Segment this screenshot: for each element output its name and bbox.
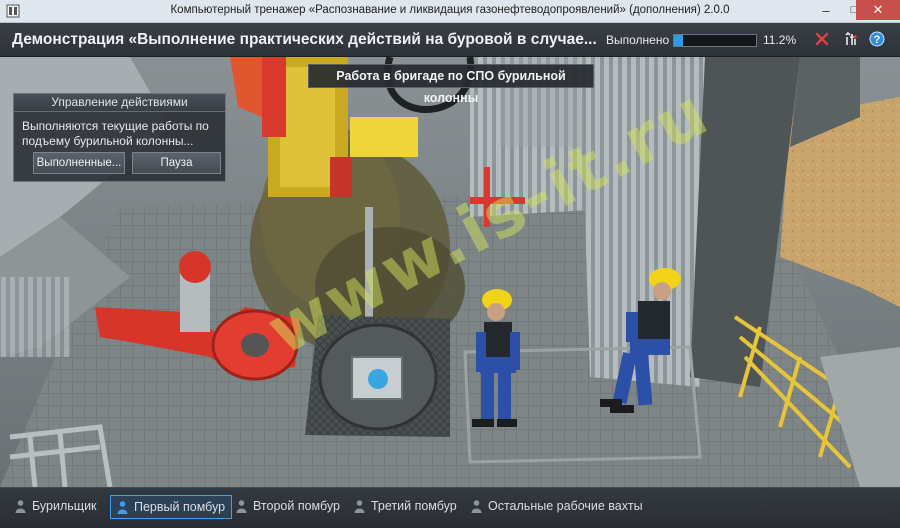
scenario-banner: Работа в бригаде по СПО бурильной колонн… (308, 64, 594, 105)
completed-button[interactable]: Выполненные... (33, 152, 125, 174)
tools-icon[interactable] (842, 30, 860, 48)
tab-second-helper[interactable]: Второй помбур (236, 495, 340, 517)
person-icon (15, 499, 26, 513)
tab-label: Первый помбур (134, 500, 226, 514)
demo-header: Демонстрация «Выполнение практических де… (0, 23, 900, 57)
svg-text:?: ? (874, 34, 881, 46)
tab-third-helper[interactable]: Третий помбур (354, 495, 457, 517)
role-tab-bar: Бурильщик Первый помбур Второй помбур Тр… (0, 487, 900, 528)
tab-driller[interactable]: Бурильщик (15, 495, 97, 517)
pause-button[interactable]: Пауза (132, 152, 221, 174)
help-icon[interactable]: ? (868, 30, 886, 48)
page-title: Демонстрация «Выполнение практических де… (12, 31, 597, 48)
progress-percent: 11.2% (763, 33, 797, 47)
window-title: Компьютерный тренажер «Распознавание и л… (170, 4, 730, 16)
person-icon (236, 499, 247, 513)
actions-panel: Управление действиями Выполняются текущи… (13, 93, 226, 182)
close-demo-icon[interactable] (813, 30, 831, 48)
close-button[interactable]: ✕ (856, 0, 900, 20)
progress-bar (673, 34, 757, 47)
minimize-button[interactable]: – (812, 0, 840, 20)
panel-status-text: Выполняются текущие работы по подъему бу… (22, 119, 209, 148)
person-icon (471, 499, 482, 513)
tab-first-helper[interactable]: Первый помбур (110, 495, 233, 519)
tab-label: Второй помбур (253, 499, 340, 513)
tab-label: Третий помбур (371, 499, 457, 513)
tab-label: Остальные рабочие вахты (488, 499, 643, 513)
progress-fill (674, 35, 684, 46)
window-title-bar: Компьютерный тренажер «Распознавание и л… (0, 0, 900, 23)
tab-label: Бурильщик (32, 499, 97, 513)
app-window: Компьютерный тренажер «Распознавание и л… (0, 0, 900, 528)
progress-label: Выполнено (606, 33, 670, 47)
person-icon (354, 499, 365, 513)
tab-other-workers[interactable]: Остальные рабочие вахты (471, 495, 643, 517)
person-icon (117, 500, 128, 514)
panel-title: Управление действиями (14, 94, 225, 112)
